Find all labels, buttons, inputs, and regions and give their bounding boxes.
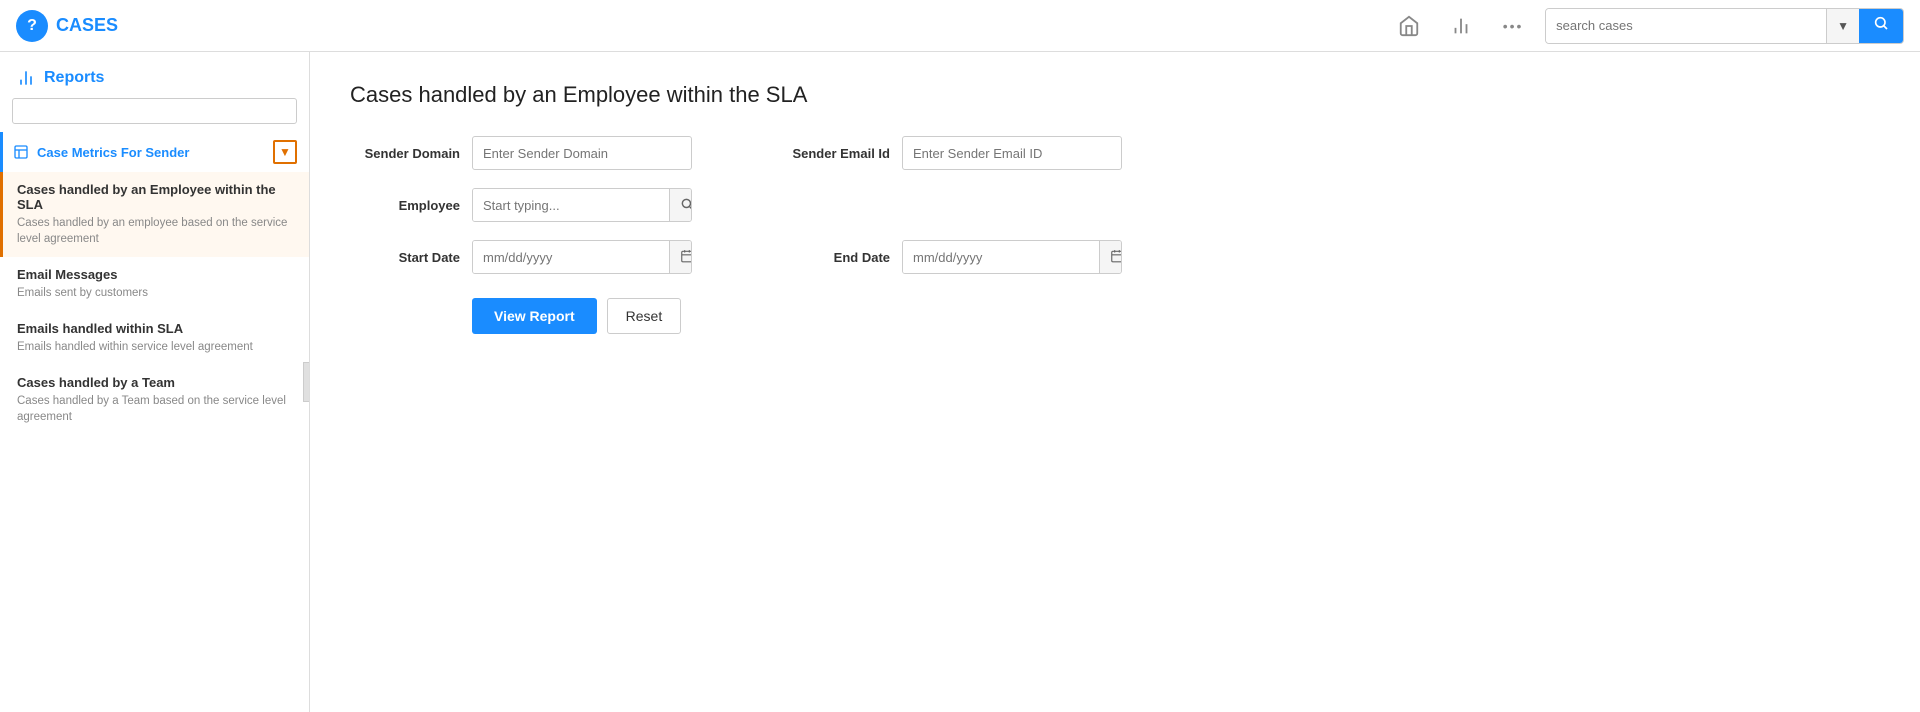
sidebar-collapse-button[interactable]: ‹ xyxy=(303,362,310,402)
employee-row: Employee xyxy=(350,188,720,222)
sidebar-item-desc-0: Cases handled by an employee based on th… xyxy=(17,215,295,247)
start-date-input[interactable] xyxy=(473,241,669,273)
end-date-label: End Date xyxy=(780,250,890,265)
end-date-wrapper xyxy=(902,240,1122,274)
sender-domain-label: Sender Domain xyxy=(350,146,460,161)
sidebar-item-0[interactable]: Cases handled by an Employee within the … xyxy=(0,172,309,257)
sidebar-search-input[interactable] xyxy=(12,98,297,124)
sidebar-item-title-3: Cases handled by a Team xyxy=(17,375,295,390)
charts-button[interactable] xyxy=(1441,6,1481,46)
reports-icon xyxy=(16,68,36,88)
app-title: CASES xyxy=(56,15,118,36)
action-row: View Report Reset xyxy=(472,298,1880,334)
sidebar-item-3[interactable]: Cases handled by a Team Cases handled by… xyxy=(0,365,309,435)
sidebar-header: Reports xyxy=(0,52,309,98)
sidebar-dropdown-button[interactable]: ▼ xyxy=(273,140,297,164)
employee-input[interactable] xyxy=(473,189,669,221)
top-nav: ? CASES ••• ▼ xyxy=(0,0,1920,52)
case-metrics-icon xyxy=(13,144,29,160)
search-dropdown-button[interactable]: ▼ xyxy=(1826,9,1859,43)
sender-email-row: Sender Email Id xyxy=(780,136,1150,170)
end-date-row: End Date xyxy=(780,240,1150,274)
sidebar-item-2[interactable]: Emails handled within SLA Emails handled… xyxy=(0,311,309,365)
end-date-calendar-button[interactable] xyxy=(1099,241,1122,273)
sidebar-item-title-2: Emails handled within SLA xyxy=(17,321,295,336)
sidebar-item-desc-1: Emails sent by customers xyxy=(17,285,295,301)
app-logo: ? CASES xyxy=(16,10,118,42)
sidebar-active-label: Case Metrics For Sender xyxy=(37,145,189,160)
sender-domain-input[interactable] xyxy=(472,136,692,170)
start-date-calendar-button[interactable] xyxy=(669,241,692,273)
sidebar-content: Case Metrics For Sender ▼ Cases handled … xyxy=(0,132,309,712)
more-button[interactable]: ••• xyxy=(1493,6,1533,46)
sender-email-label: Sender Email Id xyxy=(780,146,890,161)
sender-email-input[interactable] xyxy=(902,136,1122,170)
search-submit-button[interactable] xyxy=(1859,9,1903,43)
home-button[interactable] xyxy=(1389,6,1429,46)
logo-icon: ? xyxy=(16,10,48,42)
sidebar-active-item[interactable]: Case Metrics For Sender ▼ xyxy=(0,132,309,172)
employee-search-button[interactable] xyxy=(669,189,692,221)
sidebar-item-desc-3: Cases handled by a Team based on the ser… xyxy=(17,393,295,425)
search-bar: ▼ xyxy=(1545,8,1904,44)
main-content: Cases handled by an Employee within the … xyxy=(310,52,1920,712)
view-report-button[interactable]: View Report xyxy=(472,298,597,334)
page-title: Cases handled by an Employee within the … xyxy=(350,82,1880,108)
employee-label: Employee xyxy=(350,198,460,213)
start-date-label: Start Date xyxy=(350,250,460,265)
employee-input-wrapper xyxy=(472,188,692,222)
search-input[interactable] xyxy=(1546,9,1826,43)
app-body: Reports Case Metrics For Sender ▼ Cases … xyxy=(0,52,1920,712)
sidebar-item-desc-2: Emails handled within service level agre… xyxy=(17,339,295,355)
start-date-row: Start Date xyxy=(350,240,720,274)
sender-domain-row: Sender Domain xyxy=(350,136,720,170)
sidebar-item-title-0: Cases handled by an Employee within the … xyxy=(17,182,295,212)
sidebar-title: Reports xyxy=(44,69,104,87)
sidebar-item-title-1: Email Messages xyxy=(17,267,295,282)
reset-button[interactable]: Reset xyxy=(607,298,682,334)
sidebar: Reports Case Metrics For Sender ▼ Cases … xyxy=(0,52,310,712)
end-date-input[interactable] xyxy=(903,241,1099,273)
report-form: Sender Domain Sender Email Id Employee xyxy=(350,136,1150,274)
sidebar-item-1[interactable]: Email Messages Emails sent by customers xyxy=(0,257,309,311)
start-date-wrapper xyxy=(472,240,692,274)
